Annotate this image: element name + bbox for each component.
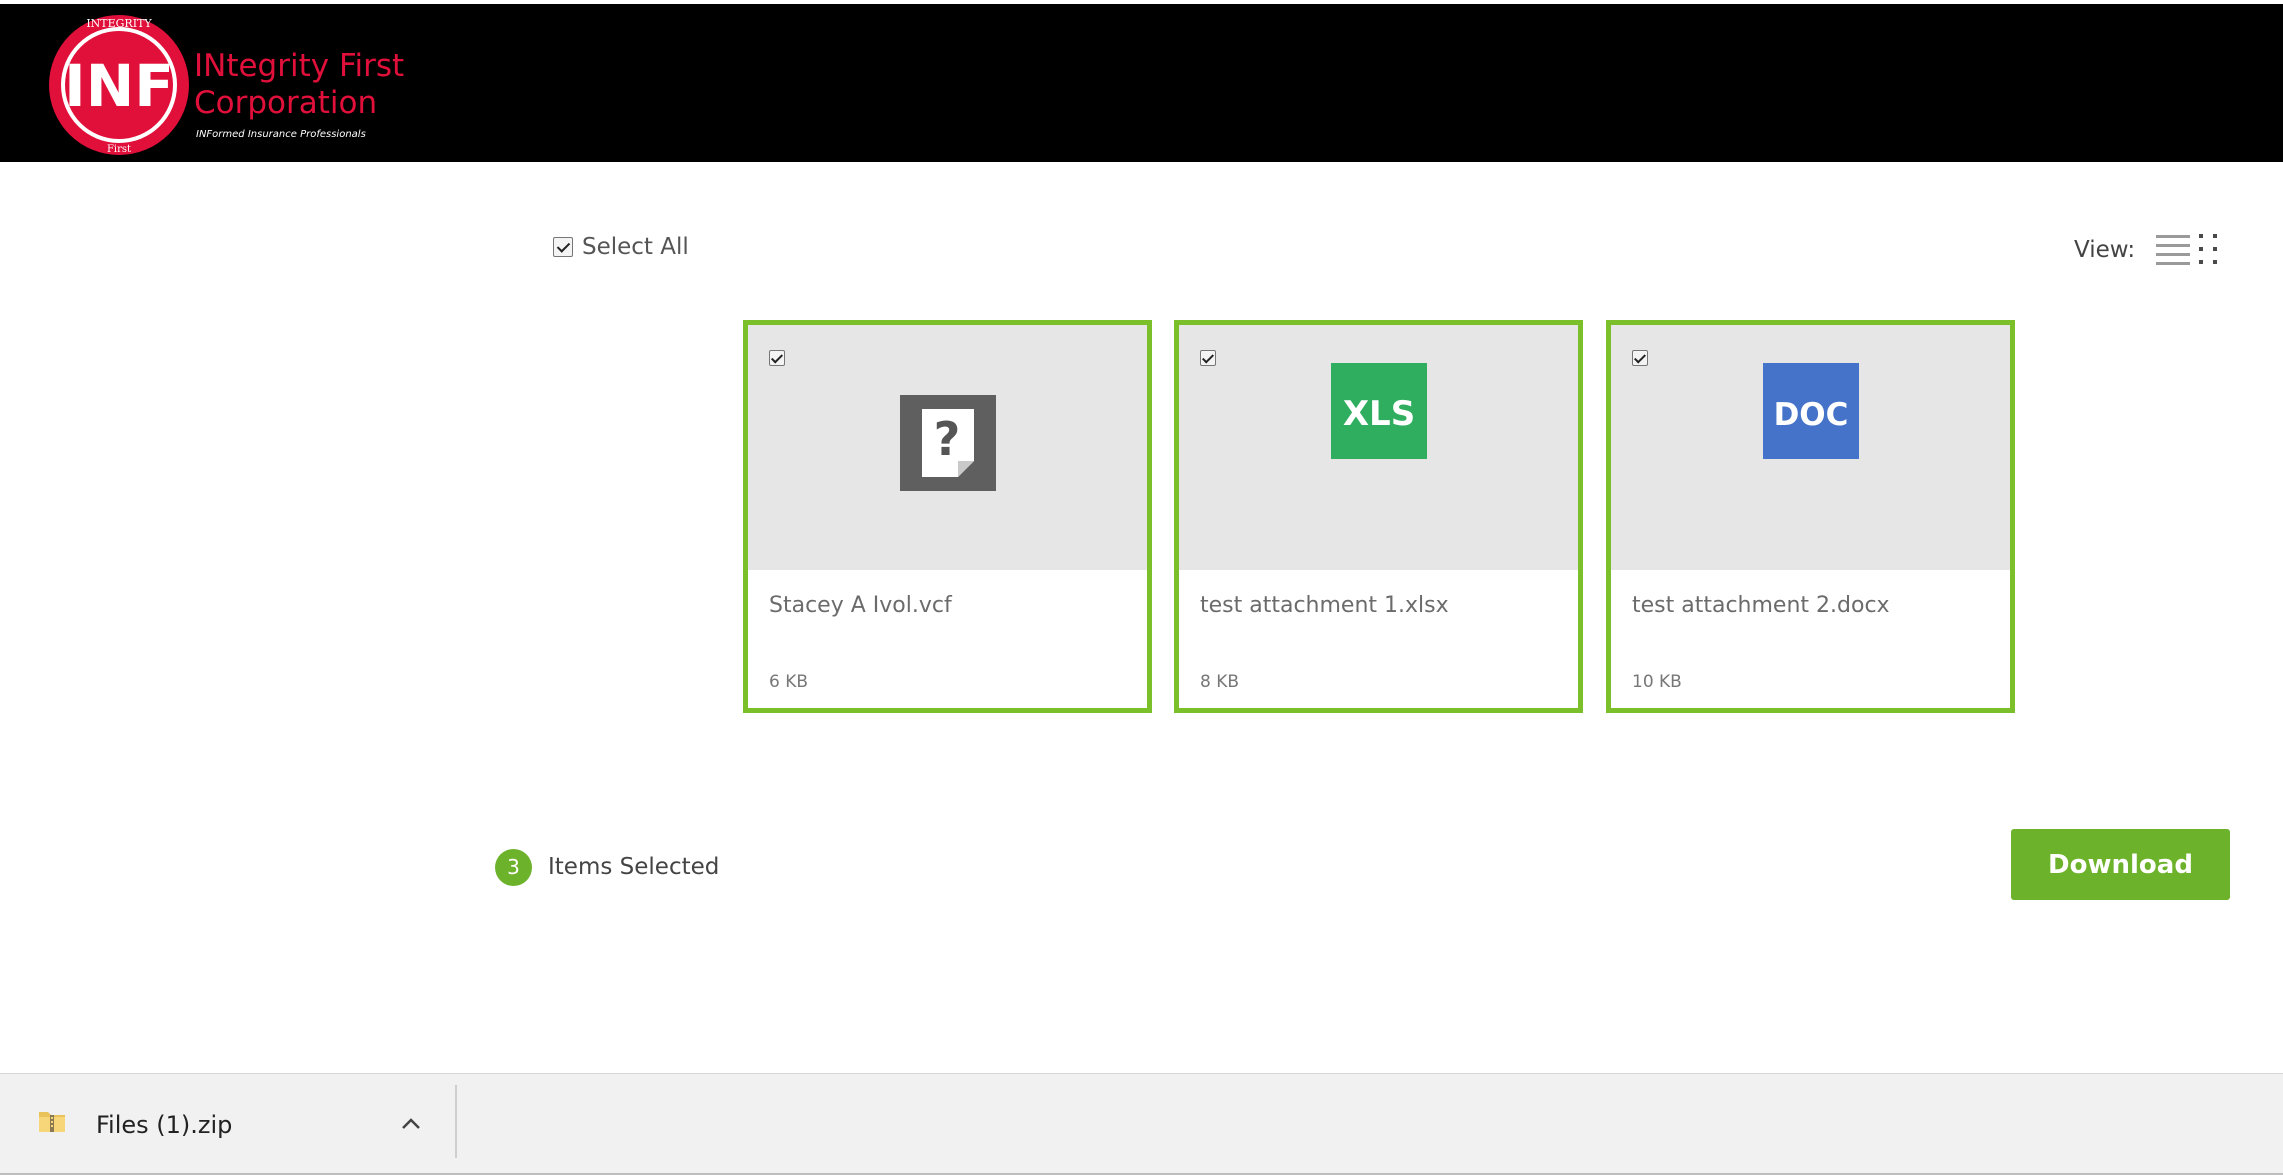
svg-text:INF: INF (64, 52, 174, 120)
view-switcher: View: (2074, 225, 2223, 275)
select-all-control[interactable]: Select All (553, 232, 689, 262)
svg-text:XLS: XLS (1343, 394, 1415, 434)
file-card[interactable]: XLS test attachment 1.xlsx 8 KB (1174, 320, 1583, 713)
selected-count-badge: 3 (495, 848, 532, 886)
site-header: INF INTEGRITY First INtegrity First Corp… (0, 4, 2283, 162)
logo-tagline: INFormed Insurance Professionals (196, 129, 366, 140)
logo-title-line2: Corporation (194, 85, 378, 121)
file-card[interactable]: DOC test attachment 2.docx 10 KB (1606, 320, 2015, 713)
file-size: 10 KB (1632, 672, 1682, 692)
file-card[interactable]: ? Stacey A Ivol.vcf 6 KB (743, 320, 1152, 713)
file-thumbnail[interactable]: ? (748, 325, 1147, 570)
file-size: 8 KB (1200, 672, 1240, 692)
svg-text:First: First (107, 144, 131, 155)
file-thumbnail[interactable]: XLS (1179, 325, 1578, 570)
file-name[interactable]: Stacey A Ivol.vcf (769, 593, 952, 618)
file-name[interactable]: test attachment 2.docx (1632, 593, 1890, 618)
logo-emblem-icon: INF INTEGRITY First (49, 15, 189, 155)
company-logo[interactable]: INF INTEGRITY First INtegrity First Corp… (44, 10, 444, 158)
xls-file-icon: XLS (1331, 363, 1427, 459)
zip-folder-icon[interactable] (37, 1106, 67, 1136)
svg-text:?: ? (934, 412, 961, 466)
grid-view-icon[interactable] (2195, 230, 2223, 270)
download-file-name[interactable]: Files (1).zip (96, 1111, 232, 1139)
download-bar-divider (455, 1085, 457, 1158)
chevron-up-icon[interactable] (398, 1111, 424, 1137)
doc-file-icon: DOC (1763, 363, 1859, 459)
logo-title: INtegrity First Corporation (194, 48, 404, 122)
selection-summary: 3 Items Selected (495, 848, 719, 886)
list-view-icon[interactable] (2153, 230, 2193, 270)
browser-download-bar: Files (1).zip (0, 1073, 2283, 1174)
file-name[interactable]: test attachment 1.xlsx (1200, 593, 1449, 618)
logo-title-line1: INtegrity First (194, 48, 405, 84)
unknown-file-icon: ? (900, 395, 996, 491)
file-size: 6 KB (769, 672, 809, 692)
file-thumbnail[interactable]: DOC (1611, 325, 2010, 570)
file-checkbox[interactable] (769, 350, 785, 366)
download-button[interactable]: Download (2011, 829, 2230, 900)
view-label: View: (2074, 237, 2136, 263)
file-checkbox[interactable] (1200, 350, 1216, 366)
file-checkbox[interactable] (1632, 350, 1648, 366)
selected-count-label: Items Selected (548, 854, 720, 880)
svg-text:DOC: DOC (1774, 397, 1849, 433)
svg-text:INTEGRITY: INTEGRITY (86, 17, 152, 30)
select-all-checkbox[interactable] (553, 237, 573, 257)
select-all-label[interactable]: Select All (582, 234, 689, 260)
